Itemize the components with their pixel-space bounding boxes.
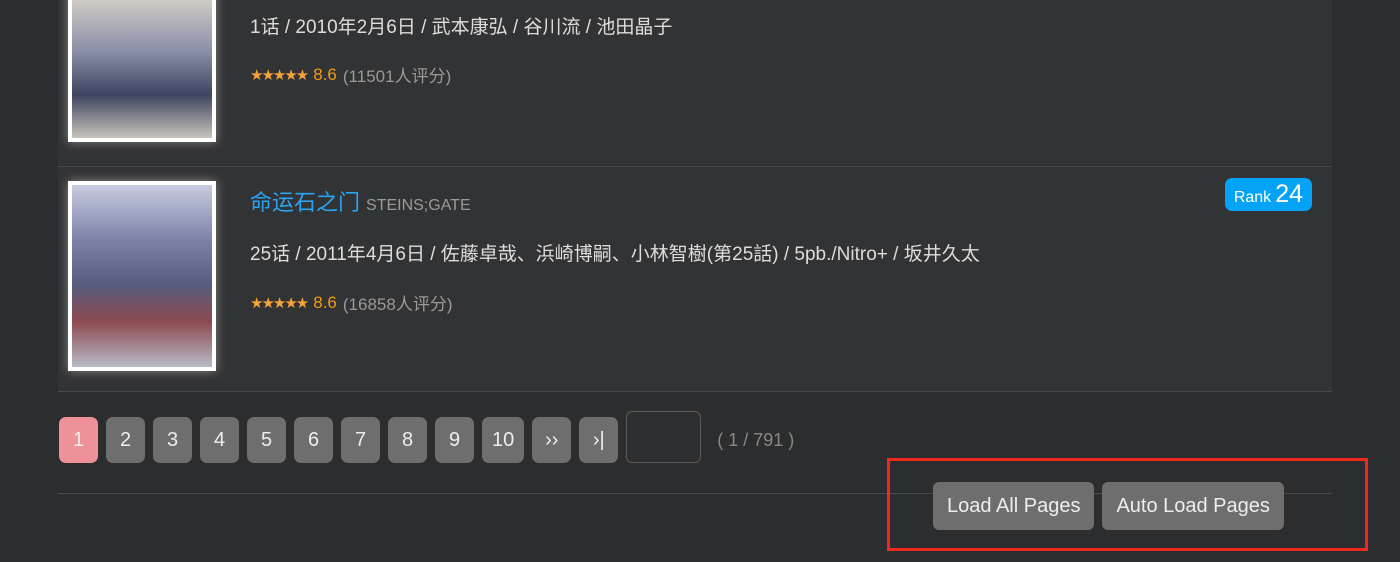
score: 8.6: [313, 292, 337, 312]
item-info: 1话 / 2010年2月6日 / 武本康弘 / 谷川流 / 池田晶子: [250, 17, 673, 38]
title-link[interactable]: 命运石之门: [250, 190, 360, 215]
last-page-button[interactable]: ›|: [579, 417, 619, 463]
page-2[interactable]: 2: [106, 417, 145, 463]
votes: (16858人评分): [342, 295, 453, 314]
cover-image[interactable]: [68, 0, 216, 142]
page-10[interactable]: 10: [482, 417, 525, 463]
star-icons: ★★★★★: [250, 294, 309, 312]
page-jump-input[interactable]: [626, 411, 702, 463]
rank-badge: Rank 24: [1224, 178, 1312, 211]
page-5[interactable]: 5: [247, 417, 286, 463]
page-1[interactable]: 1: [59, 417, 98, 463]
star-icons: ★★★★★: [250, 66, 309, 84]
anime-item: 1话 / 2010年2月6日 / 武本康弘 / 谷川流 / 池田晶子 ★★★★★…: [58, 0, 1332, 165]
item-subtitle: STEINS;GATE: [366, 197, 471, 214]
rank-label: Rank: [1233, 189, 1272, 206]
rating: ★★★★★ 8.6 (16858人评分): [250, 290, 453, 315]
score: 8.6: [313, 64, 337, 84]
pagination: 1 2 3 4 5 6 7 8 9 10 ›› ›| ( 1 / 791 ): [59, 411, 795, 463]
page-3[interactable]: 3: [153, 417, 192, 463]
page-4[interactable]: 4: [200, 417, 239, 463]
rating: ★★★★★ 8.6 (11501人评分): [250, 62, 451, 87]
cover-image[interactable]: [68, 181, 216, 371]
votes: (11501人评分): [342, 67, 452, 86]
item-title: 命运石之门 STEINS;GATE: [250, 185, 471, 217]
highlight-box: [887, 458, 1368, 551]
page-9[interactable]: 9: [435, 417, 474, 463]
page-7[interactable]: 7: [341, 417, 380, 463]
anime-item: 命运石之门 STEINS;GATE Rank 24 25话 / 2011年4月6日 …: [58, 166, 1332, 392]
page-count: ( 1 / 791 ): [717, 429, 795, 450]
rank-value: 24: [1275, 180, 1303, 208]
page-6[interactable]: 6: [294, 417, 333, 463]
item-info: 25话 / 2011年4月6日 / 佐藤卓哉、浜崎博嗣、小林智樹(第25話) /…: [250, 244, 980, 265]
page-8[interactable]: 8: [388, 417, 427, 463]
next-pages-button[interactable]: ››: [532, 417, 572, 463]
